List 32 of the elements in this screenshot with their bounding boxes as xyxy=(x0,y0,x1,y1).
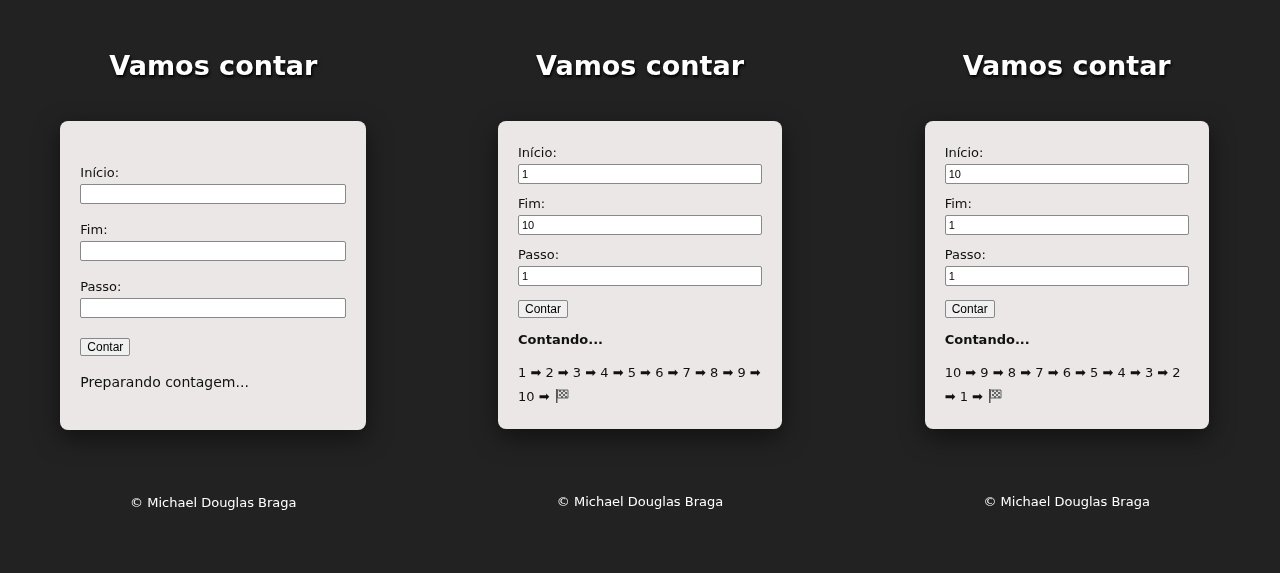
page-title: Vamos contar xyxy=(962,50,1171,81)
field-label: Início: xyxy=(518,145,558,160)
input-field[interactable]: 1 xyxy=(518,266,762,286)
count-button[interactable]: Contar xyxy=(80,338,131,356)
input-field[interactable] xyxy=(80,241,347,261)
input-field[interactable] xyxy=(80,184,347,204)
status-text: Preparando contagem... xyxy=(80,374,250,390)
input-field[interactable]: 1 xyxy=(944,215,1189,235)
page-title: Vamos contar xyxy=(109,50,318,81)
status-text: Contando... xyxy=(518,332,605,347)
field-label: Passo: xyxy=(944,247,987,262)
input-field[interactable]: 10 xyxy=(944,164,1189,184)
footer-credit: © Michael Douglas Braga xyxy=(556,494,724,509)
footer-credit: © Michael Douglas Braga xyxy=(130,495,297,510)
status-text: Contando... xyxy=(944,332,1031,347)
field-label: Início: xyxy=(80,165,121,180)
input-field[interactable]: 1 xyxy=(518,164,762,184)
field-label: Passo: xyxy=(80,279,123,294)
input-field[interactable] xyxy=(80,298,347,318)
field-label: Passo: xyxy=(518,247,561,262)
field-label: Fim: xyxy=(518,196,547,211)
field-label: Fim: xyxy=(80,222,109,237)
count-button[interactable]: Contar xyxy=(944,300,995,318)
count-sequence: 10 ➡ 9 ➡ 8 ➡ 7 ➡ 6 ➡ 5 ➡ 4 ➡ 3 ➡ 2 ➡ 1 ➡ xyxy=(944,365,1181,404)
field-label: Fim: xyxy=(944,196,973,211)
field-label: Início: xyxy=(944,145,985,160)
count-button[interactable]: Contar xyxy=(518,300,569,318)
footer-credit: © Michael Douglas Braga xyxy=(983,494,1150,509)
input-field[interactable]: 10 xyxy=(518,215,762,235)
input-field[interactable]: 1 xyxy=(944,266,1189,286)
page-title: Vamos contar xyxy=(536,50,744,81)
count-sequence: 1 ➡ 2 ➡ 3 ➡ 4 ➡ 5 ➡ 6 ➡ 7 ➡ 8 ➡ 9 ➡ 10 ➡ xyxy=(518,365,761,404)
